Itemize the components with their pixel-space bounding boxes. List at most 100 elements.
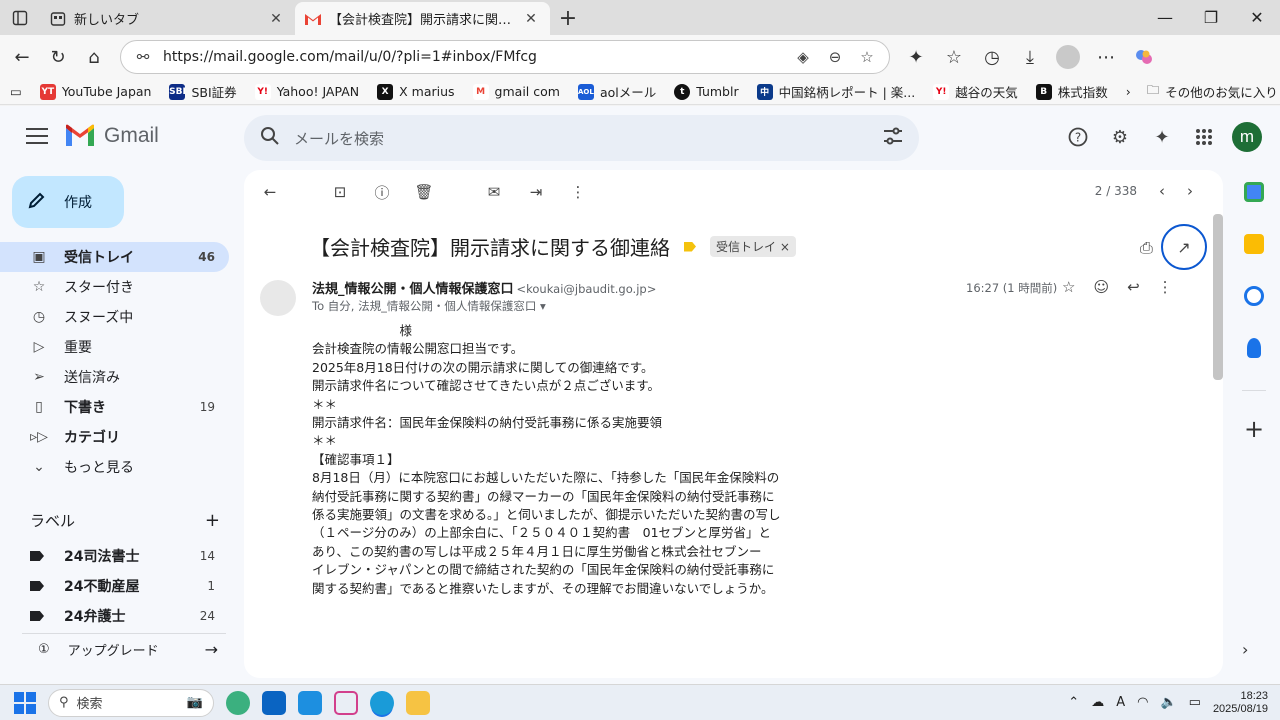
- bookmark-index[interactable]: B 株式指数: [1035, 82, 1108, 101]
- nav-item-inbox[interactable]: ▣ 受信トレイ 46: [0, 242, 229, 272]
- extensions-icon[interactable]: ✦: [900, 41, 932, 73]
- important-marker-icon[interactable]: [684, 241, 696, 252]
- new-tab-button[interactable]: +: [550, 2, 586, 35]
- upgrade-button[interactable]: ① アップグレード →: [22, 633, 226, 661]
- zoom-icon[interactable]: ⊖: [823, 48, 847, 66]
- hide-side-panel-icon[interactable]: ›: [1242, 640, 1248, 659]
- contacts-icon[interactable]: [1247, 338, 1261, 358]
- message-scrollbar[interactable]: [1213, 214, 1223, 380]
- battery-icon[interactable]: ▭: [1189, 695, 1201, 710]
- keep-icon[interactable]: [1244, 234, 1264, 254]
- browser-tab-gmail[interactable]: 【会計検査院】開示請求に関する御連絡 ✕: [295, 2, 550, 35]
- gemini-icon[interactable]: ✦: [1148, 123, 1176, 151]
- open-new-window-icon[interactable]: ↗: [1161, 224, 1207, 270]
- outlook-icon[interactable]: [262, 690, 286, 715]
- nav-item-drafts[interactable]: ▯ 下書き 19: [0, 392, 229, 422]
- more-vert-icon[interactable]: ⋮: [566, 180, 590, 204]
- search-input[interactable]: メールを検索: [294, 128, 869, 149]
- bookmark-sbi[interactable]: SBI SBI証券: [169, 82, 237, 101]
- chevron-up-icon[interactable]: ⌃: [1068, 695, 1079, 710]
- favorites-icon[interactable]: ☆: [938, 41, 970, 73]
- nav-item-starred[interactable]: ☆ スター付き: [0, 272, 229, 302]
- favorite-star-icon[interactable]: ☆: [855, 48, 879, 66]
- bookmark-weather[interactable]: Y! 越谷の天気: [933, 82, 1018, 101]
- download-icon[interactable]: ⤓: [1014, 41, 1046, 73]
- bookmark-rakuten[interactable]: 中中国銘柄レポート | 楽...: [756, 82, 915, 101]
- main-menu-icon[interactable]: [26, 128, 48, 146]
- edge-icon[interactable]: [370, 690, 394, 715]
- wifi-icon[interactable]: ◠: [1137, 695, 1148, 710]
- reload-icon[interactable]: ↻: [42, 41, 74, 73]
- extension-icon[interactable]: ◈: [791, 48, 815, 66]
- windows-start-icon[interactable]: [14, 691, 36, 714]
- nav-item-categories[interactable]: ▹▷ カテゴリ: [0, 422, 229, 452]
- bookmark-aol[interactable]: AOL aolメール: [577, 82, 656, 101]
- remove-label-icon[interactable]: ×: [780, 240, 790, 254]
- menu-dots-icon[interactable]: ⋯: [1090, 41, 1122, 73]
- mail-search-box[interactable]: メールを検索: [244, 115, 919, 161]
- help-icon[interactable]: ?: [1064, 123, 1092, 151]
- bookmark-gmail[interactable]: Mgmail com: [472, 83, 560, 100]
- mark-unread-icon[interactable]: ✉: [482, 180, 506, 204]
- get-addons-icon[interactable]: +: [1228, 415, 1280, 443]
- nav-item-important[interactable]: ▷ 重要: [0, 332, 229, 362]
- prev-message-icon[interactable]: ‹: [1159, 182, 1165, 200]
- search-icon[interactable]: [260, 126, 280, 150]
- file-explorer-icon[interactable]: [406, 690, 430, 715]
- close-tab-icon[interactable]: ✕: [267, 11, 285, 27]
- ime-indicator[interactable]: A: [1116, 695, 1125, 710]
- back-icon[interactable]: ←: [6, 41, 38, 73]
- bookmark-tumblr[interactable]: t Tumblr: [674, 83, 739, 100]
- profile-icon[interactable]: [1052, 41, 1084, 73]
- reply-icon[interactable]: ↩: [1127, 278, 1140, 296]
- add-label-icon[interactable]: +: [205, 510, 220, 531]
- copilot-icon[interactable]: [1128, 41, 1160, 73]
- settings-gear-icon[interactable]: ⚙: [1106, 123, 1134, 151]
- onedrive-icon[interactable]: ☁: [1091, 695, 1104, 710]
- home-icon[interactable]: ⌂: [78, 41, 110, 73]
- more-vert-icon[interactable]: ⋮: [1158, 278, 1173, 296]
- nav-item-sent[interactable]: ➢ 送信済み: [0, 362, 229, 392]
- archive-icon[interactable]: ⊡: [328, 180, 352, 204]
- tab-actions-icon[interactable]: [0, 0, 40, 35]
- nav-item-snoozed[interactable]: ◷ スヌーズ中: [0, 302, 229, 332]
- recipients-line[interactable]: To 自分, 法規_情報公開・個人情報保護窓口 ▾: [312, 298, 546, 314]
- close-tab-icon[interactable]: ✕: [522, 11, 540, 27]
- restore-icon[interactable]: ❐: [1188, 0, 1234, 35]
- calendar-icon[interactable]: [1244, 182, 1264, 202]
- tasks-icon[interactable]: [1244, 286, 1264, 306]
- history-icon[interactable]: ◷: [976, 41, 1008, 73]
- delete-icon[interactable]: 🗑: [412, 180, 436, 204]
- label-item[interactable]: 24不動産屋 1: [0, 571, 229, 601]
- label-item[interactable]: 24司法書士 14: [0, 541, 229, 571]
- speaker-icon[interactable]: 🔈: [1160, 695, 1176, 710]
- site-info-icon[interactable]: ⚯: [131, 48, 155, 66]
- bookmark-yahoo[interactable]: Y! Yahoo! JAPAN: [254, 83, 359, 100]
- nav-item-more[interactable]: ⌄ もっと見る: [0, 452, 229, 482]
- other-bookmarks[interactable]: 🗀 その他のお気に入り: [1147, 81, 1278, 102]
- inbox-label-chip[interactable]: 受信トレイ ×: [710, 236, 796, 257]
- label-item[interactable]: 24弁護士 24: [0, 601, 229, 631]
- outlook-new-icon[interactable]: [298, 690, 322, 715]
- url-text[interactable]: https://mail.google.com/mail/u/0/?pli=1#…: [163, 49, 783, 65]
- bookmark-youtube[interactable]: YT YouTube Japan: [39, 83, 151, 100]
- snipping-tool-icon[interactable]: [334, 690, 358, 715]
- compose-button[interactable]: 作成: [12, 176, 124, 228]
- taskbar-clock[interactable]: 18:23 2025/08/19: [1213, 690, 1268, 716]
- chevron-right-icon[interactable]: ›: [1126, 84, 1131, 99]
- report-spam-icon[interactable]: ⓘ: [370, 180, 394, 204]
- minimize-icon[interactable]: —: [1142, 0, 1188, 35]
- gmail-logo[interactable]: Gmail: [64, 124, 159, 148]
- move-to-icon[interactable]: ⇥: [524, 180, 548, 204]
- browser-tab-new[interactable]: 新しいタブ ✕: [40, 2, 295, 35]
- globe-app-icon[interactable]: [226, 690, 250, 715]
- details-dropdown-icon[interactable]: ▾: [540, 299, 546, 313]
- apps-grid-icon[interactable]: [1190, 123, 1218, 151]
- taskbar-search[interactable]: ⚲ 検索 📷: [48, 688, 214, 717]
- search-options-icon[interactable]: [883, 127, 903, 149]
- print-icon[interactable]: ⎙: [1140, 238, 1153, 258]
- address-bar[interactable]: ⚯ https://mail.google.com/mail/u/0/?pli=…: [120, 40, 890, 74]
- next-message-icon[interactable]: ›: [1187, 182, 1193, 200]
- star-icon[interactable]: ☆: [1062, 278, 1075, 296]
- bookmark-x[interactable]: XX marius: [377, 83, 455, 100]
